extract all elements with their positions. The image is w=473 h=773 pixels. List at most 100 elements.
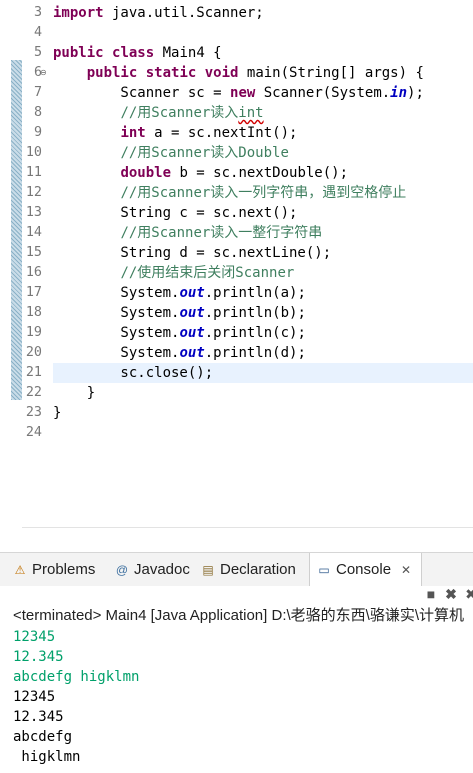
terminate-square-icon[interactable]: ■ [424, 587, 438, 601]
code-token: System. [53, 325, 180, 341]
code-token: double [120, 165, 172, 181]
line-number: 23 [25, 405, 42, 420]
code-line[interactable]: public static void main(String[] args) { [53, 63, 424, 83]
code-token: out [179, 285, 205, 301]
line-number: 21 [25, 365, 42, 380]
code-line[interactable]: } [53, 403, 61, 423]
code-token: .println(b); [204, 305, 306, 321]
horizontal-scrollbar[interactable]: < [22, 527, 473, 528]
code-token: Scanner(System. [255, 85, 391, 101]
console-input-line: 12345 [13, 629, 56, 645]
tab-label: Javadoc [134, 561, 190, 578]
problems-icon: ⚠ [14, 563, 26, 577]
code-token: //使用结束后关闭Scanner [120, 265, 295, 281]
line-number: 24 [25, 425, 42, 440]
code-token: .println(c); [204, 325, 306, 341]
line-number: 20 [25, 345, 42, 360]
remove-launch-icon[interactable]: ✖ [444, 587, 458, 601]
code-line[interactable]: double b = sc.nextDouble(); [53, 163, 348, 183]
line-number: 17 [25, 285, 42, 300]
line-number: 13 [25, 205, 42, 220]
code-line[interactable]: //用Scanner读入int [53, 103, 264, 123]
code-line[interactable]: import java.util.Scanner; [53, 3, 264, 23]
code-line[interactable]: Scanner sc = new Scanner(System.in); [53, 83, 424, 103]
code-line[interactable]: //使用结束后关闭Scanner [53, 263, 294, 283]
line-number: 19 [25, 325, 42, 340]
line-number: 10 [25, 145, 42, 160]
code-line[interactable]: String d = sc.nextLine(); [53, 243, 331, 263]
code-token: main(String[] args) { [238, 65, 424, 81]
console-output-line: higklmn [13, 749, 81, 765]
code-token: //用Scanner读入 [120, 105, 239, 121]
tab-console[interactable]: ▭ Console ✕ [309, 553, 423, 587]
line-number: 22 [25, 385, 42, 400]
code-line[interactable]: System.out.println(c); [53, 323, 306, 343]
console-input-line: 12.345 [13, 649, 64, 665]
line-number: 9 [33, 125, 42, 140]
tab-declaration[interactable]: ▤ Declaration [194, 553, 302, 587]
code-token: String c = sc.next(); [53, 205, 298, 221]
code-token: System. [53, 285, 180, 301]
code-token: void [204, 65, 239, 81]
code-token: System. [53, 345, 180, 361]
code-token: in [390, 85, 408, 101]
tab-label: Console [336, 561, 392, 578]
code-line[interactable]: public class Main4 { [53, 43, 222, 63]
tab-problems[interactable]: ⚠ Problems [6, 553, 101, 587]
code-editor[interactable]: 3 4 5 6 ⊖ 7 8 9 10 11 12 13 14 15 16 17 18 19 20 21 22 23 24 i… [0, 0, 473, 528]
view-tab-bar: ⚠ Problems @ Javadoc ▤ Declaration ▭ Console ✕ [0, 552, 473, 587]
line-number: 12 [25, 185, 42, 200]
code-line[interactable]: int a = sc.nextInt(); [53, 123, 297, 143]
code-token: ); [407, 85, 424, 101]
code-token: java.util.Scanner; [103, 5, 264, 21]
code-line[interactable]: //用Scanner读入一列字符串，遇到空格停止 [53, 183, 406, 203]
code-token: public [53, 45, 104, 61]
console-output-line: abcdefg [13, 729, 73, 745]
line-number: 3 [33, 5, 42, 20]
change-bar [11, 60, 22, 400]
code-line[interactable]: } [53, 383, 95, 403]
line-number: 14 [25, 225, 42, 240]
console-icon: ▭ [318, 563, 330, 577]
code-line[interactable]: //用Scanner读入Double [53, 143, 289, 163]
code-line[interactable]: System.out.println(d); [53, 343, 305, 363]
code-line[interactable]: sc.close(); [53, 363, 213, 383]
line-number: 16 [25, 265, 42, 280]
fold-toggle-icon[interactable]: ⊖ [40, 63, 47, 83]
remove-all-terminated-icon[interactable]: ✖ [464, 587, 473, 601]
line-number: 6 [33, 65, 42, 80]
code-token: import [53, 5, 104, 21]
code-token: .println(a); [204, 285, 306, 301]
line-number: 18 [25, 305, 42, 320]
code-line[interactable]: System.out.println(b); [53, 303, 306, 323]
console-output-line: 12.345 [13, 709, 64, 725]
code-line[interactable]: //用Scanner读入一整行字符串 [53, 223, 322, 243]
code-token: out [179, 305, 205, 321]
code-line[interactable]: String c = sc.next(); [53, 203, 297, 223]
code-token: a = sc.nextInt(); [145, 125, 298, 141]
code-token: sc.close(); [53, 365, 214, 381]
tab-javadoc[interactable]: @ Javadoc [108, 553, 196, 587]
line-number: 4 [33, 25, 42, 40]
code-token: Main4 { [154, 45, 222, 61]
code-token: String d = sc.nextLine(); [53, 245, 332, 261]
code-token: b = sc.nextDouble(); [171, 165, 349, 181]
code-token: class [112, 45, 155, 61]
console-terminated-label: <terminated> Main4 [Java Application] D:… [13, 607, 464, 624]
code-token: out [179, 325, 205, 341]
tab-label: Problems [32, 561, 96, 578]
code-line[interactable]: System.out.println(a); [53, 283, 306, 303]
code-token: //用Scanner读入一整行字符串 [120, 225, 323, 241]
code-token: //用Scanner读入Double [120, 145, 289, 161]
code-token: int [238, 105, 264, 121]
close-tab-icon[interactable]: ✕ [401, 553, 411, 587]
